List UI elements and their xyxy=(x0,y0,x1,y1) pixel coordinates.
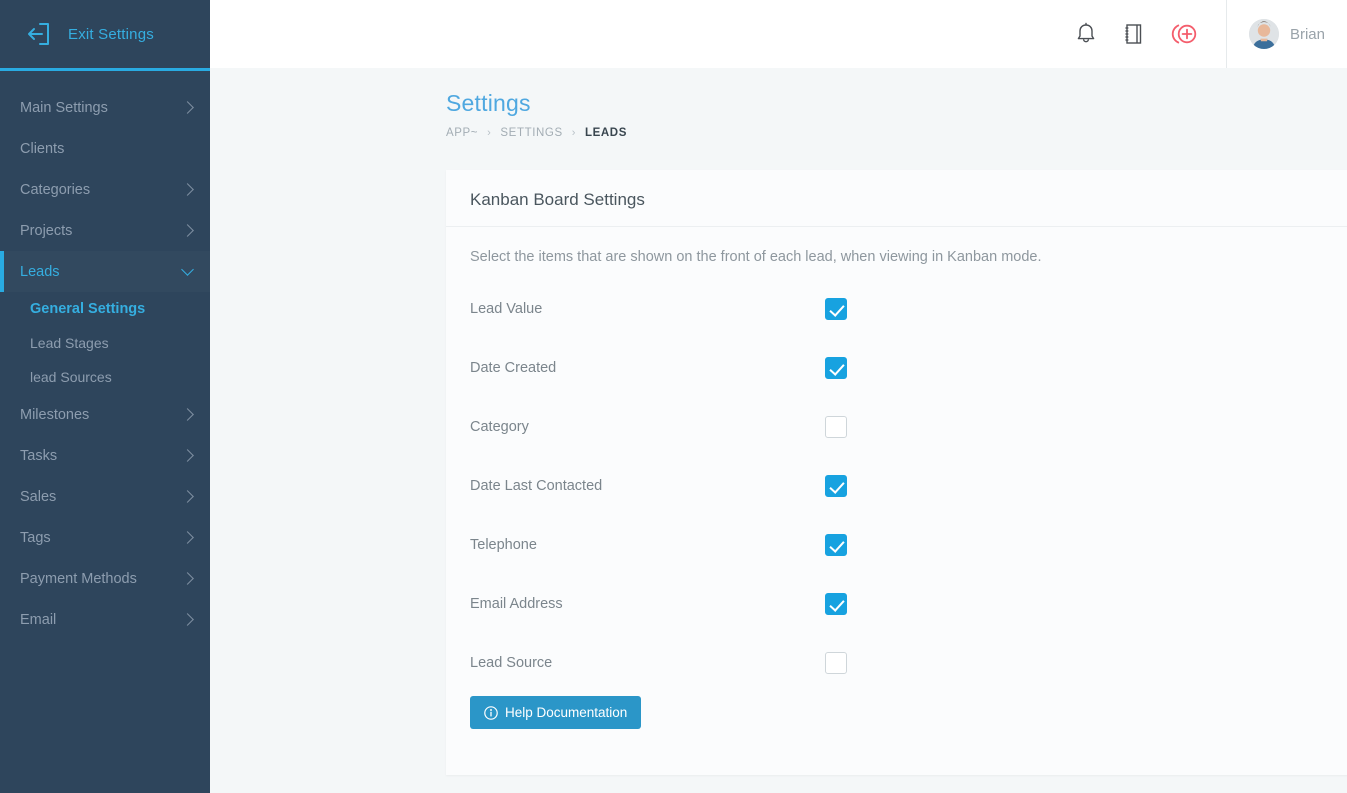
option-label: Email Address xyxy=(470,596,825,612)
card-title: Kanban Board Settings xyxy=(446,170,1347,227)
chevron-right-icon xyxy=(181,572,194,585)
sidebar-item-leads[interactable]: Leads xyxy=(0,251,210,292)
header-icon-group xyxy=(1075,21,1226,47)
help-documentation-button[interactable]: Help Documentation xyxy=(470,696,641,729)
sidebar-subitem-lead-stages[interactable]: Lead Stages xyxy=(0,326,210,360)
chevron-right-icon xyxy=(181,224,194,237)
chevron-right-icon xyxy=(181,449,194,462)
info-circle-icon xyxy=(484,706,498,720)
chevron-right-icon xyxy=(181,490,194,503)
sidebar-item-payment-methods[interactable]: Payment Methods xyxy=(0,558,210,599)
sidebar-item-label: Payment Methods xyxy=(20,571,137,587)
checkbox-email-address[interactable] xyxy=(825,593,847,615)
option-label: Lead Value xyxy=(470,301,825,317)
chevron-right-icon xyxy=(181,183,194,196)
card-body: Select the items that are shown on the f… xyxy=(446,227,1347,729)
sidebar-subitem-lead-sources[interactable]: lead Sources xyxy=(0,360,210,394)
page-header: Settings APP~ › SETTINGS › LEADS xyxy=(210,68,1347,139)
checkbox-lead-value[interactable] xyxy=(825,298,847,320)
option-row-date-last-contacted: Date Last Contacted xyxy=(470,456,1347,515)
card-description: Select the items that are shown on the f… xyxy=(470,249,1347,279)
option-row-email-address: Email Address xyxy=(470,574,1347,633)
sidebar-item-clients[interactable]: Clients xyxy=(0,128,210,169)
sidebar-item-categories[interactable]: Categories xyxy=(0,169,210,210)
sidebar-item-label: Leads xyxy=(20,264,60,280)
sidebar-item-label: Tags xyxy=(20,530,51,546)
chevron-down-icon xyxy=(181,263,194,276)
option-label: Lead Source xyxy=(470,655,825,671)
chevron-right-icon xyxy=(181,101,194,114)
exit-settings-button[interactable]: Exit Settings xyxy=(0,0,210,68)
sidebar-item-label: Main Settings xyxy=(20,100,108,116)
option-row-lead-value: Lead Value xyxy=(470,279,1347,338)
option-row-date-created: Date Created xyxy=(470,338,1347,397)
exit-door-arrow-icon xyxy=(26,21,52,47)
checkbox-date-last-contacted[interactable] xyxy=(825,475,847,497)
sidebar-item-tags[interactable]: Tags xyxy=(0,517,210,558)
user-profile-menu[interactable]: Brian xyxy=(1227,0,1347,68)
breadcrumb-item-settings[interactable]: SETTINGS xyxy=(500,127,562,139)
chevron-right-icon xyxy=(181,408,194,421)
checkbox-date-created[interactable] xyxy=(825,357,847,379)
sidebar-nav: Main Settings Clients Categories Project… xyxy=(0,71,210,640)
sidebar-item-sales[interactable]: Sales xyxy=(0,476,210,517)
sidebar-item-label: Projects xyxy=(20,223,72,239)
sidebar-subitem-label: Lead Stages xyxy=(30,335,109,351)
breadcrumb-item-app[interactable]: APP~ xyxy=(446,127,478,139)
option-row-lead-source: Lead Source xyxy=(470,633,1347,692)
sidebar-item-email[interactable]: Email xyxy=(0,599,210,640)
breadcrumb-item-leads: LEADS xyxy=(585,127,627,139)
breadcrumb-separator-icon: › xyxy=(487,127,491,139)
exit-settings-label: Exit Settings xyxy=(68,26,154,43)
top-header-bar: Brian xyxy=(210,0,1347,68)
checkbox-lead-source[interactable] xyxy=(825,652,847,674)
chevron-right-icon xyxy=(181,531,194,544)
sidebar-item-label: Tasks xyxy=(20,448,57,464)
help-documentation-label: Help Documentation xyxy=(505,705,627,720)
avatar xyxy=(1249,19,1279,49)
sidebar-item-label: Clients xyxy=(20,141,64,157)
option-label: Category xyxy=(470,419,825,435)
option-label: Date Last Contacted xyxy=(470,478,825,494)
sidebar-item-label: Milestones xyxy=(20,407,89,423)
sidebar-subitem-label: lead Sources xyxy=(30,369,112,385)
option-label: Telephone xyxy=(470,537,825,553)
option-row-category: Category xyxy=(470,397,1347,456)
chevron-right-icon xyxy=(181,613,194,626)
option-row-telephone: Telephone xyxy=(470,515,1347,574)
address-book-icon[interactable] xyxy=(1123,22,1145,46)
main-area: Brian Settings APP~ › SETTINGS › LEADS K… xyxy=(210,0,1347,793)
notifications-bell-icon[interactable] xyxy=(1075,22,1097,46)
sidebar-item-label: Email xyxy=(20,612,56,628)
option-label: Date Created xyxy=(470,360,825,376)
sidebar-item-projects[interactable]: Projects xyxy=(0,210,210,251)
app-root: Exit Settings Main Settings Clients Cate… xyxy=(0,0,1347,793)
checkbox-category[interactable] xyxy=(825,416,847,438)
add-circle-icon[interactable] xyxy=(1171,21,1198,47)
sidebar-subitem-general-settings[interactable]: General Settings xyxy=(0,292,210,326)
sidebar-subitem-label: General Settings xyxy=(30,301,145,317)
sidebar-item-label: Categories xyxy=(20,182,90,198)
breadcrumb: APP~ › SETTINGS › LEADS xyxy=(446,127,1347,139)
settings-sidebar: Exit Settings Main Settings Clients Cate… xyxy=(0,0,210,793)
checkbox-telephone[interactable] xyxy=(825,534,847,556)
sidebar-item-main-settings[interactable]: Main Settings xyxy=(0,87,210,128)
sidebar-item-milestones[interactable]: Milestones xyxy=(0,394,210,435)
user-name-label: Brian xyxy=(1290,26,1325,43)
sidebar-item-label: Sales xyxy=(20,489,56,505)
page-title: Settings xyxy=(446,90,1347,117)
breadcrumb-separator-icon: › xyxy=(572,127,576,139)
sidebar-item-tasks[interactable]: Tasks xyxy=(0,435,210,476)
kanban-board-settings-card: Kanban Board Settings Select the items t… xyxy=(446,170,1347,775)
